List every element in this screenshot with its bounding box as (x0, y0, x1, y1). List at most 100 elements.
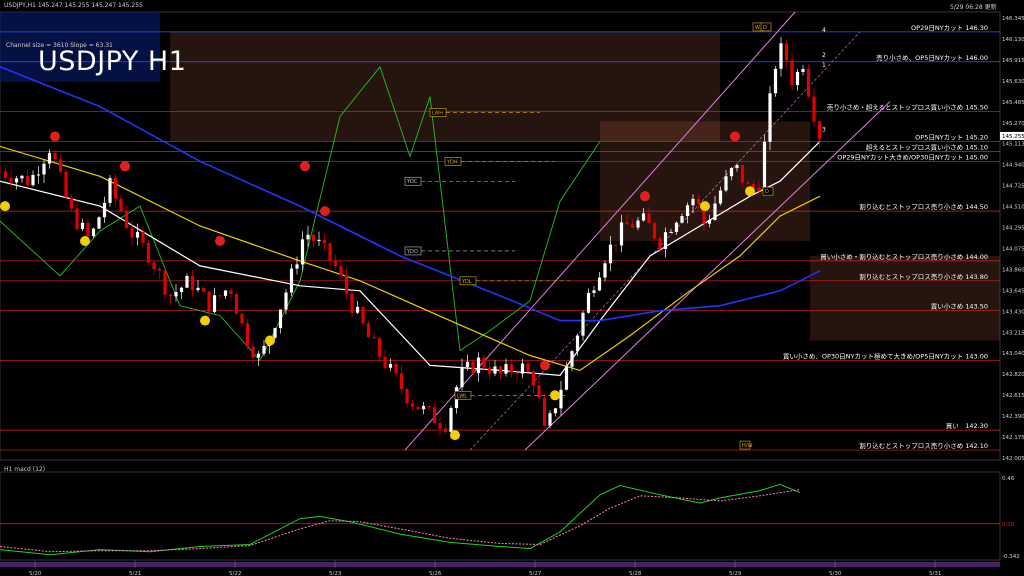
candle-body (174, 292, 178, 297)
candle-body (229, 290, 233, 294)
candle-body (108, 178, 112, 203)
candle-body (14, 178, 19, 183)
candle-body (190, 275, 195, 291)
candle-body (135, 231, 140, 238)
price-tick-label: 145.113 (1002, 142, 1024, 148)
ref-label: YDO (406, 249, 418, 255)
candle-body (130, 227, 134, 238)
period-marker-label: W (755, 25, 760, 31)
candle-body (465, 361, 470, 367)
candle-body (207, 291, 211, 312)
level-label: 割り込むとストップロス売り小さめ 144.50 (859, 202, 988, 211)
candle-body (471, 361, 475, 374)
candle-body (152, 262, 156, 269)
candle-body (317, 239, 321, 241)
macd-tick-label: 0.00 (1002, 522, 1015, 528)
kumo-cloud (810, 255, 1000, 341)
candle-body (306, 234, 310, 240)
candle-body (812, 96, 816, 122)
candle-body (757, 187, 761, 191)
candle-body (520, 363, 525, 374)
candle-body (53, 152, 57, 160)
candle-body (630, 224, 635, 228)
candle-body (652, 223, 657, 239)
fractal-marker-up (700, 201, 710, 212)
candle-body (75, 208, 79, 230)
candle-body (614, 244, 618, 246)
price-tick-label: 144.075 (1002, 246, 1024, 252)
macd-tick-label: -0.342 (1002, 554, 1020, 560)
price-tick-label: 142.005 (1002, 456, 1024, 462)
candle-body (36, 174, 41, 176)
candle-body (47, 152, 52, 164)
price-tick-label: 143.860 (1002, 267, 1024, 273)
candle-body (262, 345, 266, 354)
candle-body (350, 293, 354, 313)
candle-body (498, 366, 503, 374)
price-tick-label: 145.915 (1002, 58, 1024, 64)
candle-body (542, 397, 547, 426)
candle-body (0, 171, 2, 173)
candle-body (289, 268, 294, 293)
candle-body (663, 232, 668, 249)
fractal-marker-down (320, 206, 330, 217)
candle-body (124, 211, 129, 228)
candle-body (784, 43, 789, 61)
price-tick-label: 144.295 (1002, 226, 1024, 232)
candle-body (58, 159, 63, 172)
time-tick-label: 5/20 (29, 571, 42, 576)
candle-body (3, 171, 8, 178)
candle-body (586, 292, 591, 313)
candle-body (806, 69, 811, 97)
fractal-marker-up (200, 315, 210, 326)
candle-body (636, 220, 640, 228)
candle-body (102, 202, 107, 218)
candle-body (163, 270, 167, 295)
time-tick-label: 5/29 (729, 571, 742, 576)
channel-tag: 4 (822, 27, 826, 34)
candle-body (427, 406, 431, 408)
candle-body (515, 372, 519, 374)
candle-body (476, 357, 481, 374)
price-tick-label: 146.345 (1002, 16, 1024, 22)
candle-body (449, 408, 453, 432)
candle-body (801, 69, 805, 72)
ref-label: YDC (406, 179, 418, 185)
chart-title: USDJPY H1 (38, 46, 187, 77)
level-label: OP5日NYカット 145.20 (915, 133, 988, 141)
candle-body (223, 290, 228, 296)
candle-body (504, 364, 508, 374)
candle-body (69, 197, 74, 209)
candle-body (421, 406, 426, 410)
candle-body (377, 338, 382, 357)
candle-body (762, 141, 767, 191)
candle-body (344, 275, 349, 294)
price-tick-label: 144.725 (1002, 184, 1024, 190)
candle-body (361, 306, 365, 324)
candle-body (245, 323, 250, 347)
candle-body (300, 239, 305, 265)
candle-body (680, 216, 684, 223)
chart-canvas: OP29日NYカット 146.30 売り小さめ、OP5日NYカット 146.00 売… (0, 11, 1024, 576)
time-tick-label: 5/22 (229, 571, 241, 576)
candle-body (91, 228, 96, 237)
price-tick-label: 144.940 (1002, 163, 1024, 169)
candle-body (372, 337, 376, 339)
level-label: 売り小さめ、OP5日NYカット 146.00 (876, 53, 988, 62)
price-tick-label: 142.390 (1002, 414, 1024, 420)
candle-body (416, 406, 420, 410)
candle-body (251, 346, 255, 358)
price-tick-label: 143.645 (1002, 288, 1024, 294)
candle-body (729, 168, 734, 177)
candle-body (86, 222, 90, 237)
candle-body (185, 275, 189, 288)
candle-body (817, 121, 822, 139)
level-label: 売り小さめ・超えるとストップロス買い小さめ 145.50 (827, 103, 988, 112)
candle-body (658, 238, 662, 249)
candle-body (196, 287, 200, 291)
time-tick-label: 5/30 (829, 571, 842, 576)
candle-body (157, 268, 162, 271)
price-tick-label: 143.430 (1002, 309, 1024, 315)
macd-main-line (0, 483, 801, 556)
candle-body (119, 198, 123, 212)
